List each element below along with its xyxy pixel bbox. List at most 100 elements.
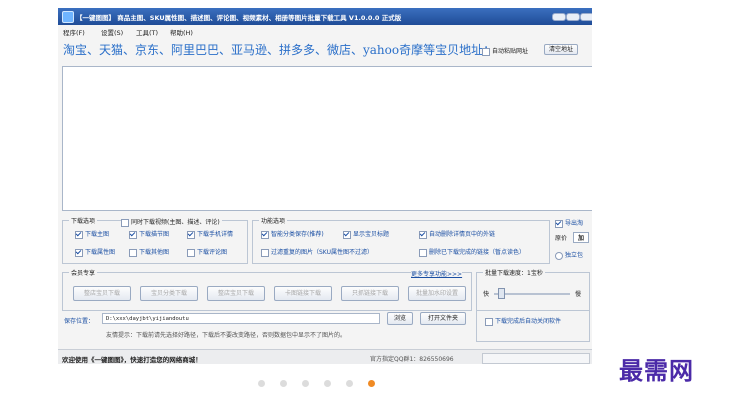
option-main-image[interactable]: 下载主图 <box>75 229 109 239</box>
option-delete-finished[interactable]: 删除已下载完成的链接（暂点读色） <box>419 247 525 257</box>
video-option[interactable]: 同时下载视频(主图、描述、评论) <box>121 217 222 227</box>
download-options-group: 下载选项 同时下载视频(主图、描述、评论) 下载主图 下载描节图 下载手机详情 … <box>62 216 248 264</box>
review-image-checkbox[interactable] <box>187 248 195 257</box>
url-input-area[interactable] <box>62 66 592 211</box>
option-mobile-detail[interactable]: 下载手机详情 <box>187 229 233 239</box>
member-group: 会员专享 更多专享功能>>> 整店宝贝下载 宝贝分类下载 整店宝贝下载 卡图链接… <box>62 268 472 311</box>
member-legend: 会员专享 <box>69 268 98 277</box>
carousel-dot[interactable] <box>324 380 331 387</box>
carousel-dot[interactable] <box>368 380 375 387</box>
mobile-detail-label: 下载手机详情 <box>197 231 234 238</box>
video-checkbox[interactable] <box>121 218 129 227</box>
show-title-label: 显示宝贝标题 <box>353 231 390 238</box>
maximize-button[interactable] <box>566 13 580 21</box>
main-image-label: 下载主图 <box>85 231 110 238</box>
browse-button[interactable]: 浏览 <box>387 312 413 325</box>
auto-shutdown-label: 下载完成后自动关闭软件 <box>495 318 562 325</box>
progress-bar <box>482 353 590 364</box>
export-checkbox[interactable] <box>555 219 563 228</box>
link-only-download-button[interactable]: 只抓链接下载 <box>341 286 399 301</box>
feature-options-group: 功能选项 智能分类保存(推荐) 显示宝贝标题 自动删除详情页中的外链 过滤重复的… <box>252 216 550 264</box>
save-path-field[interactable]: D:\xxx\dayjbt\yijiandoutu <box>102 313 380 324</box>
smart-save-checkbox[interactable] <box>261 230 269 239</box>
option-show-title[interactable]: 显示宝贝标题 <box>343 229 389 239</box>
auto-paste-option[interactable]: 自动粘贴网址 <box>482 46 528 56</box>
window-title: 【一键图图】 商品主图、SKU属性图、描述图、评论图、视频素材、相册等图片批量下… <box>76 14 402 22</box>
auto-paste-checkbox[interactable] <box>482 47 490 56</box>
auto-paste-label: 自动粘贴网址 <box>492 48 529 55</box>
menu-settings[interactable]: 设置(S) <box>101 27 123 37</box>
carousel-dot[interactable] <box>280 380 287 387</box>
batch-speed-group: 批量下载速度：1宝秒 快 慢 <box>476 268 590 311</box>
option-review-image[interactable]: 下载评论图 <box>187 247 227 257</box>
carousel-dot[interactable] <box>302 380 309 387</box>
speed-fast-label: 快 <box>483 291 490 298</box>
auto-shutdown-group: 下载完成后自动关闭软件 <box>476 310 590 342</box>
filter-duplicates-label: 过滤重复的图片（SKU属性图不过滤） <box>271 249 373 256</box>
original-price-select[interactable]: 加 <box>573 232 590 243</box>
attribute-image-checkbox[interactable] <box>75 248 83 257</box>
more-features-link[interactable]: 更多专享功能>>> <box>411 269 463 278</box>
other-image-checkbox[interactable] <box>129 248 137 257</box>
category-download-button[interactable]: 宝贝分类下载 <box>140 286 198 301</box>
close-button[interactable] <box>580 13 592 21</box>
url-row: 淘宝、天猫、京东、阿里巴巴、亚马逊、拼多多、微店、yahoo奇摩等宝贝地址： 自… <box>58 38 592 62</box>
shop-download-button-2[interactable]: 整店宝贝下载 <box>207 286 265 301</box>
detail-image-checkbox[interactable] <box>129 230 137 239</box>
menu-program[interactable]: 程序(F) <box>63 27 85 37</box>
save-location-label: 保存位置： <box>64 318 95 325</box>
tip-text: 友情提示：下载前请先选择好路径，下载后不要改变路径，否则数据包中显示不了图片的。 <box>106 332 347 339</box>
filter-duplicates-checkbox[interactable] <box>261 248 269 257</box>
supported-sites-label: 淘宝、天猫、京东、阿里巴巴、亚马逊、拼多多、微店、yahoo奇摩等宝贝地址： <box>63 43 496 57</box>
option-detail-image[interactable]: 下载描节图 <box>129 229 169 239</box>
remove-links-label: 自动删除详情页中的外链 <box>429 231 496 238</box>
standalone-radio[interactable] <box>555 251 563 260</box>
auto-shutdown-option[interactable]: 下载完成后自动关闭软件 <box>485 316 561 326</box>
shop-download-button[interactable]: 整店宝贝下载 <box>73 286 131 301</box>
status-bar: 欢迎使用《一键图图》，快速打造您的网络商城！ 官方指定QQ群1：82655069… <box>58 349 592 364</box>
option-other-image[interactable]: 下载其他图 <box>129 247 169 257</box>
option-attribute-image[interactable]: 下载属性图 <box>75 247 115 257</box>
app-window: 【一键图图】 商品主图、SKU属性图、描述图、评论图、视频素材、相册等图片批量下… <box>58 8 592 364</box>
delete-finished-checkbox[interactable] <box>419 248 427 257</box>
download-options-legend: 下载选项 <box>69 216 98 225</box>
carousel-dot[interactable] <box>346 380 353 387</box>
menu-help[interactable]: 帮助(H) <box>170 27 193 37</box>
option-filter-duplicates[interactable]: 过滤重复的图片（SKU属性图不过滤） <box>261 247 373 257</box>
auto-shutdown-checkbox[interactable] <box>485 317 493 326</box>
option-standalone[interactable]: 独立包 <box>555 250 583 260</box>
batch-speed-legend: 批量下载速度：1宝秒 <box>483 268 545 277</box>
app-icon <box>62 11 74 23</box>
smart-save-label: 智能分类保存(推荐) <box>271 231 324 238</box>
option-export[interactable]: 导出淘 <box>555 218 583 228</box>
open-folder-button[interactable]: 打开文件夹 <box>420 312 466 325</box>
menu-bar: 程序(F) 设置(S) 工具(T) 帮助(H) <box>58 25 592 38</box>
clear-url-button[interactable]: 清空地址 <box>544 44 578 55</box>
detail-image-label: 下载描节图 <box>139 231 170 238</box>
remove-links-checkbox[interactable] <box>419 230 427 239</box>
menu-tools[interactable]: 工具(T) <box>136 27 158 37</box>
delete-finished-label: 删除已下载完成的链接（暂点读色） <box>429 249 526 256</box>
carousel-dot[interactable] <box>258 380 265 387</box>
original-price-label: 原价 <box>555 235 568 242</box>
attribute-image-label: 下载属性图 <box>85 249 116 256</box>
minimize-button[interactable] <box>552 13 566 21</box>
option-smart-save[interactable]: 智能分类保存(推荐) <box>261 229 324 239</box>
title-bar: 【一键图图】 商品主图、SKU属性图、描述图、评论图、视频素材、相册等图片批量下… <box>58 8 592 25</box>
other-image-label: 下载其他图 <box>139 249 170 256</box>
video-option-label: 同时下载视频(主图、描述、评论) <box>131 219 220 226</box>
export-label: 导出淘 <box>565 220 584 227</box>
main-image-checkbox[interactable] <box>75 230 83 239</box>
welcome-text: 欢迎使用《一键图图》，快速打造您的网络商城！ <box>62 356 202 364</box>
qq-group-text: 官方指定QQ群1：826550696 <box>370 356 454 363</box>
mobile-detail-checkbox[interactable] <box>187 230 195 239</box>
speed-slider-thumb[interactable] <box>497 288 505 299</box>
show-title-checkbox[interactable] <box>343 230 351 239</box>
speed-slider-track[interactable] <box>494 293 570 295</box>
site-watermark: 最需网 <box>619 356 694 385</box>
review-image-label: 下载评论图 <box>197 249 228 256</box>
card-link-download-button[interactable]: 卡图链接下载 <box>274 286 332 301</box>
option-remove-links[interactable]: 自动删除详情页中的外链 <box>419 229 495 239</box>
batch-watermark-button[interactable]: 批量加水印设置 <box>408 286 466 301</box>
feature-options-legend: 功能选项 <box>259 216 288 225</box>
